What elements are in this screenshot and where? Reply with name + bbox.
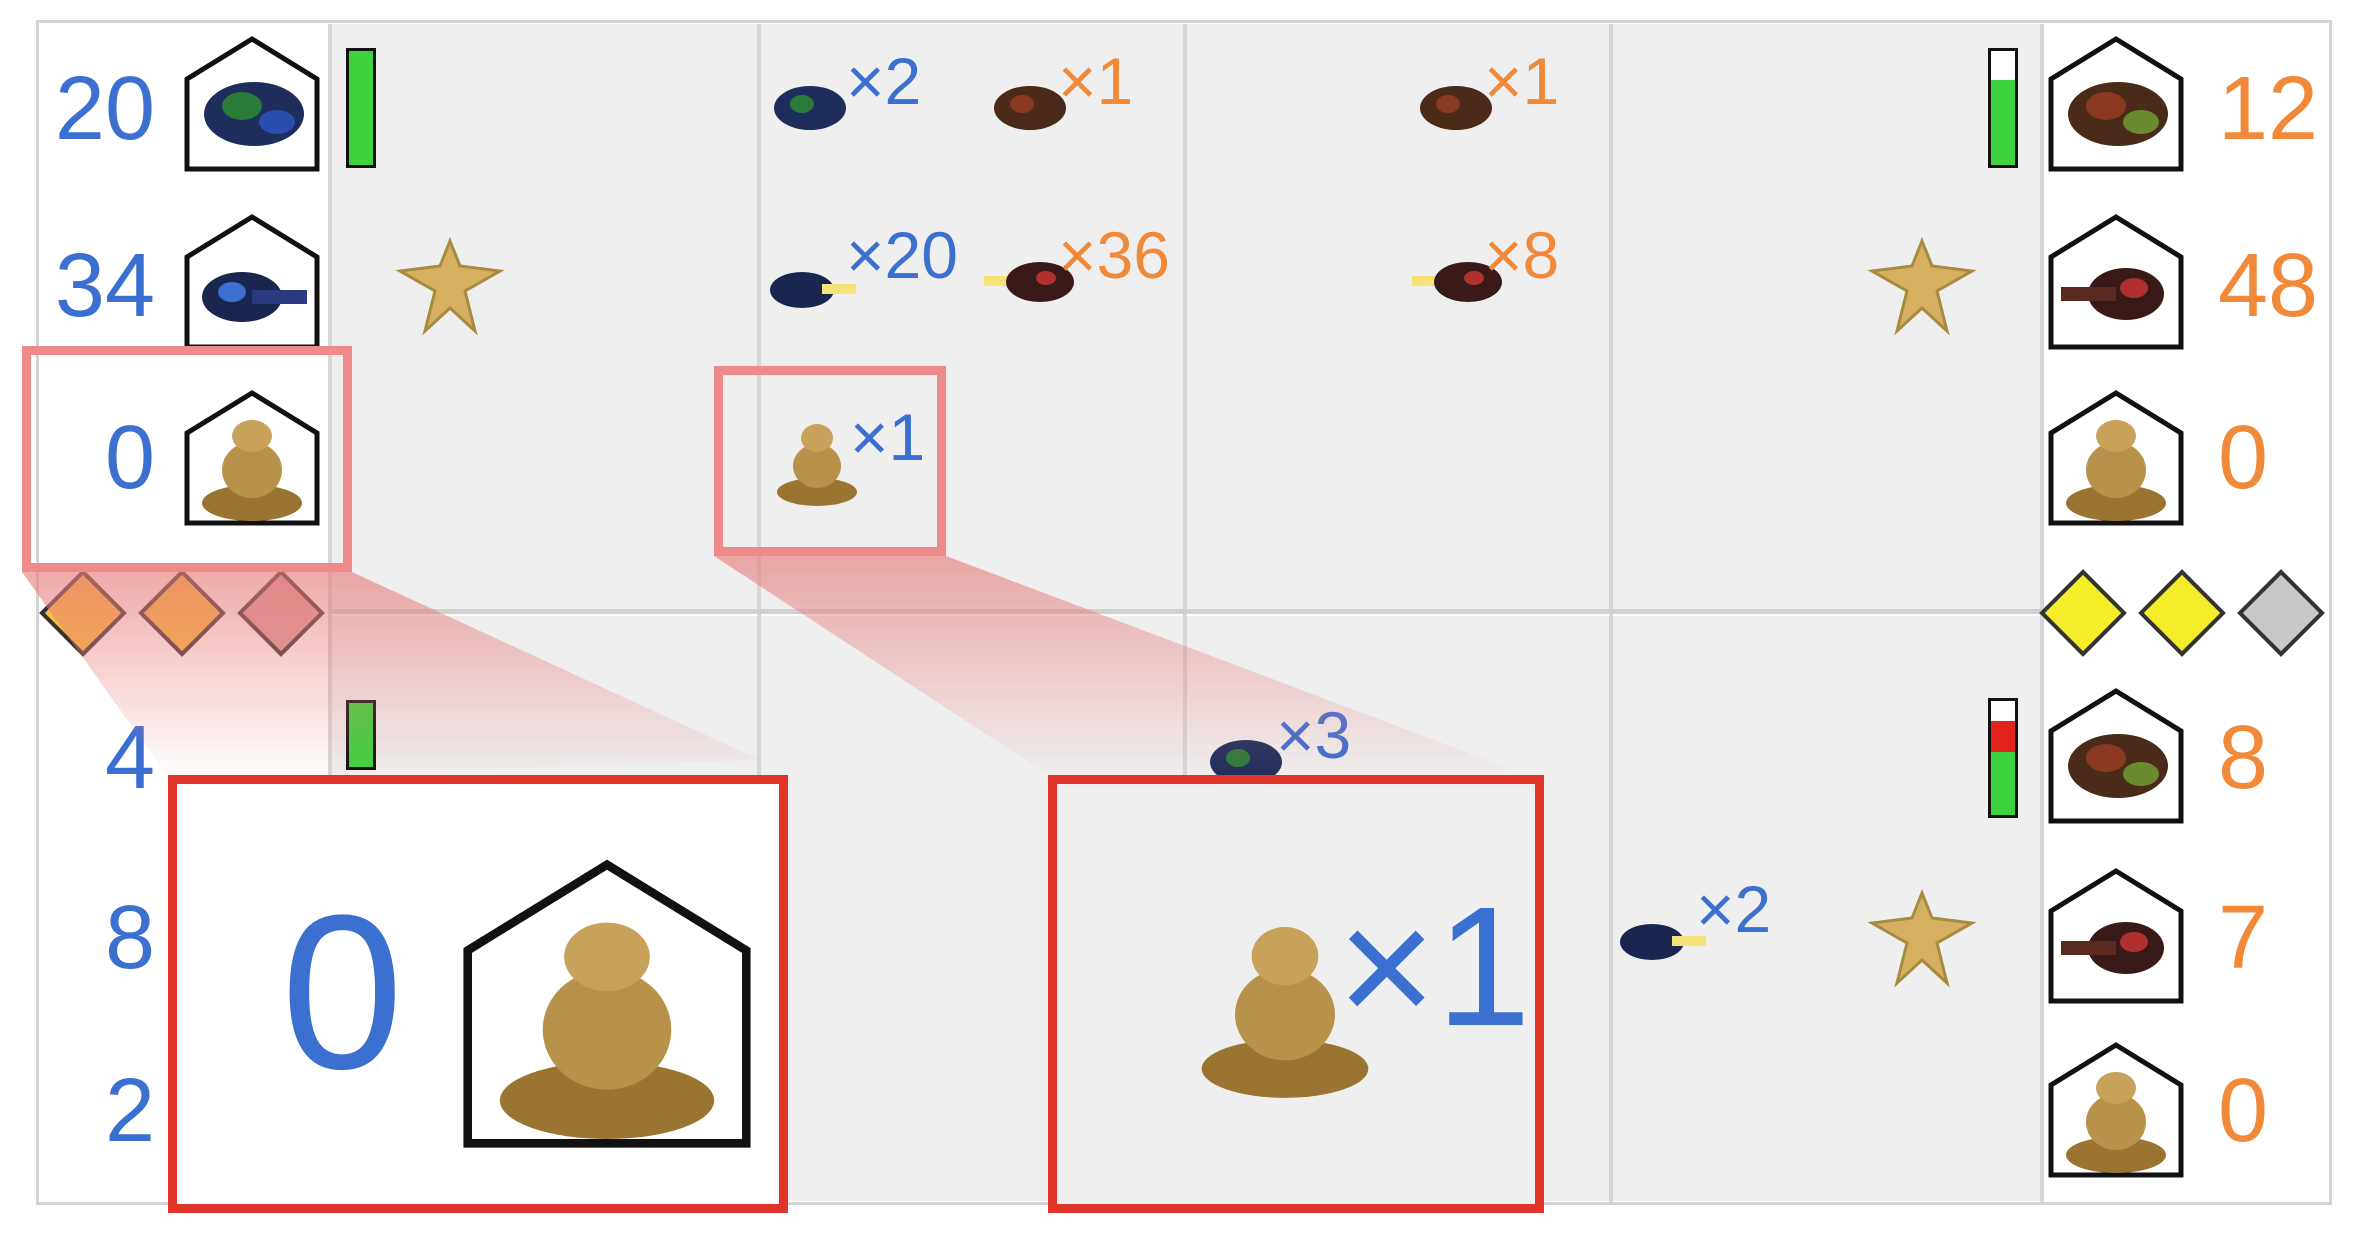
zoom-right-value: ×1 [1337,872,1531,1062]
game-board: 20 34 0 4 8 2 12 48 0 8 7 0 ×2 ×1 ×20 ×3… [0,0,2360,1240]
zoom-panel-left: 0 [168,775,788,1213]
sandstone-golem-building-icon [463,859,751,1148]
zoom-panel-right: ×1 [1048,775,1544,1213]
zoom-left-value: 0 [281,869,404,1115]
